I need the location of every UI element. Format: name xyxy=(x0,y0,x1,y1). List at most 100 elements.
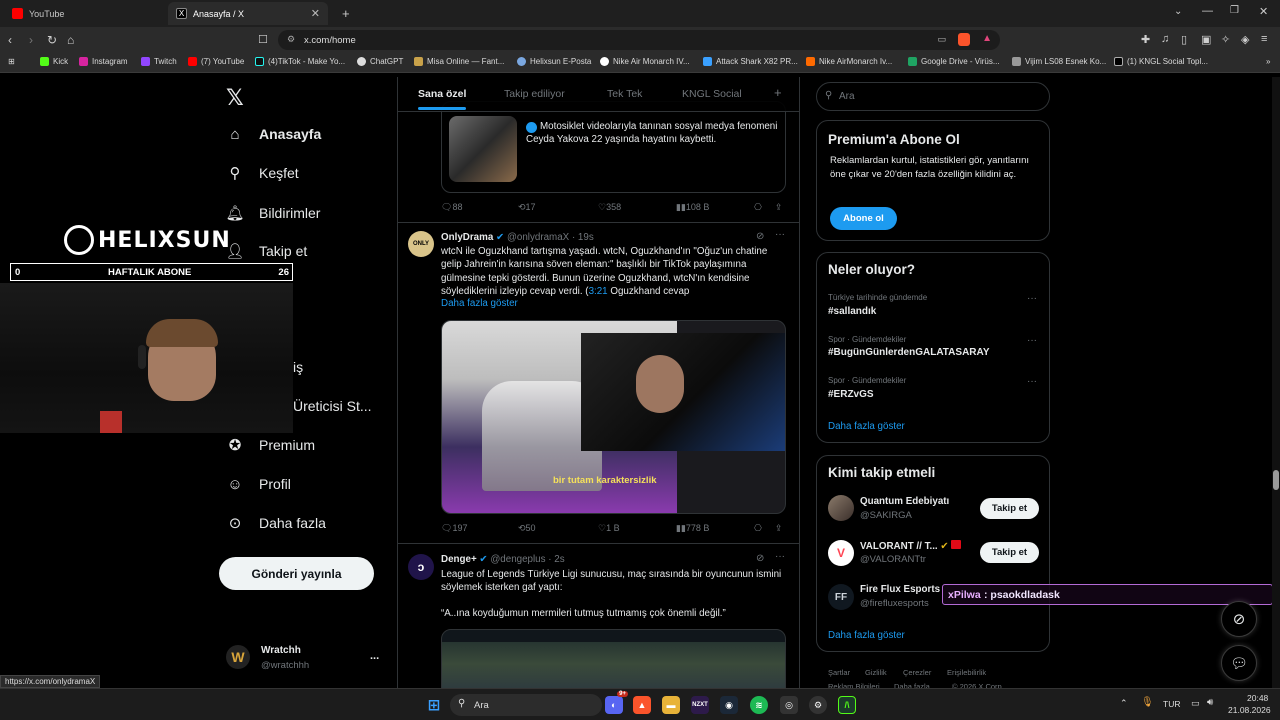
add-tab-icon[interactable]: + xyxy=(774,85,782,100)
obs-icon[interactable]: ◎ xyxy=(780,696,798,714)
reply-button[interactable]: 🗨︎ 88 xyxy=(441,202,462,213)
retweet-button[interactable]: ⟲ 17 xyxy=(518,202,536,213)
tray-chevron-icon[interactable]: ⌃ xyxy=(1120,698,1128,709)
network-icon[interactable]: ▭ xyxy=(1191,698,1200,709)
tweet-more-icon[interactable]: ··· xyxy=(775,229,785,240)
tweet-time[interactable]: · 2s xyxy=(548,554,564,565)
search-input[interactable]: ⚲ Ara xyxy=(816,82,1050,111)
author-name[interactable]: OnlyDrama xyxy=(441,232,493,243)
bookmark-chatgpt[interactable]: ChatGPT xyxy=(357,57,403,66)
clock-date[interactable]: 21.08.2026 xyxy=(1228,705,1271,715)
bookmark-nike-1[interactable]: Nike Air Monarch IV... xyxy=(600,57,690,66)
account-avatar[interactable]: W xyxy=(226,645,250,669)
leo-ai-icon[interactable]: ✧ xyxy=(1221,33,1230,46)
nav-notifications[interactable]: 🔔︎ Bildirimler xyxy=(225,204,320,222)
url-input[interactable]: ⚙ x.com/home ▭ ▲ xyxy=(278,30,1000,50)
app-icon[interactable]: ⚙ xyxy=(809,696,827,714)
bookmark-icon[interactable]: ⎔ xyxy=(754,523,762,534)
tweet-video[interactable] xyxy=(441,629,786,688)
follow-button[interactable]: Takip et xyxy=(980,542,1039,563)
taskbar-search[interactable]: ⚲ Ara xyxy=(450,694,602,716)
timestamp-link[interactable]: 3:21 xyxy=(589,286,608,297)
account-name[interactable]: VALORANT // T... xyxy=(860,541,938,552)
account-name[interactable]: Fire Flux Esports xyxy=(860,584,940,595)
nav-home[interactable]: ⌂ Anasayfa xyxy=(226,125,321,143)
nav-explore[interactable]: ⚲ Keşfet xyxy=(226,164,299,182)
sidebar-icon[interactable]: ▯ xyxy=(1181,33,1187,46)
trends-show-more[interactable]: Daha fazla göster xyxy=(828,421,905,432)
footer-link[interactable]: Çerezler xyxy=(903,666,931,680)
nav-follow[interactable]: 👤︎ Takip et xyxy=(225,242,307,260)
kick-app-icon[interactable]: /\ xyxy=(838,696,856,714)
avatar[interactable] xyxy=(828,495,854,521)
trend-more-icon[interactable]: ··· xyxy=(1027,376,1037,387)
window-close-icon[interactable]: ✕ xyxy=(1259,5,1268,18)
grok-float-button[interactable]: ⊘ xyxy=(1221,601,1257,637)
quoted-tweet-card[interactable]: Motosiklet videolarıyla tanınan sosyal m… xyxy=(441,101,786,193)
forward-icon[interactable]: › xyxy=(29,33,33,47)
wallet-icon[interactable]: ▣ xyxy=(1201,33,1211,46)
volume-icon[interactable]: 🔊︎ xyxy=(1207,697,1213,708)
reply-button[interactable]: 🗨︎ 197 xyxy=(441,523,467,534)
tab-following[interactable]: Takip ediliyor xyxy=(504,88,565,100)
author-handle[interactable]: @dengeplus xyxy=(490,554,545,565)
like-button[interactable]: ♡ 1 B xyxy=(598,523,620,534)
trend-item[interactable]: #sallandık xyxy=(828,306,876,317)
views-button[interactable]: ▮▮ 108 B xyxy=(676,202,709,213)
subscribe-button[interactable]: Abone ol xyxy=(830,207,897,230)
bookmark-kick[interactable]: Kick xyxy=(40,57,68,66)
nav-more[interactable]: ⊙ Daha fazla xyxy=(226,514,326,532)
reload-icon[interactable]: ↻ xyxy=(47,33,57,47)
trend-item[interactable]: #BugünGünlerdenGALATASARAY xyxy=(828,347,989,358)
trend-more-icon[interactable]: ··· xyxy=(1027,335,1037,346)
clock-time[interactable]: 20:48 xyxy=(1247,693,1268,703)
footer-link[interactable]: Şartlar xyxy=(828,666,850,680)
close-icon[interactable]: ✕ xyxy=(311,7,320,20)
windows-start-icon[interactable]: ⊞ xyxy=(425,696,443,714)
menu-icon[interactable]: ≡ xyxy=(1261,33,1267,45)
apps-grid-icon[interactable]: ⊞ xyxy=(8,57,15,66)
tab-for-you[interactable]: Sana özel xyxy=(418,88,467,110)
account-more-icon[interactable]: ... xyxy=(370,650,379,662)
site-info-icon[interactable]: ⚙ xyxy=(287,34,295,45)
scrollbar-thumb[interactable] xyxy=(1273,470,1279,490)
tweet-time[interactable]: · 19s xyxy=(572,232,594,243)
bookmark-attack-shark[interactable]: Attack Shark X82 PR... xyxy=(703,57,798,66)
bookmark-twitch[interactable]: Twitch xyxy=(141,57,177,66)
nzxt-icon[interactable]: NZXT xyxy=(691,696,709,714)
bookmark-icon[interactable]: ⎔ xyxy=(754,202,762,213)
tab-tek-tek[interactable]: Tek Tek xyxy=(607,88,642,100)
tweet-more-icon[interactable]: ··· xyxy=(775,551,785,562)
retweet-button[interactable]: ⟲ 50 xyxy=(518,523,536,534)
home-icon[interactable]: ⌂ xyxy=(67,33,74,47)
footer-link[interactable]: Gizlilik xyxy=(865,666,887,680)
bookmark-icon[interactable]: ☐ xyxy=(258,33,268,46)
new-tab-button[interactable]: + xyxy=(334,2,358,25)
steam-icon[interactable]: ◉ xyxy=(720,696,738,714)
account-name[interactable]: Quantum Edebiyatı xyxy=(860,496,949,507)
language-indicator[interactable]: TUR xyxy=(1163,699,1180,709)
footer-link[interactable]: Erişilebilirlik xyxy=(947,666,986,680)
bookmark-tiktok[interactable]: (4)TikTok - Make Yo... xyxy=(255,57,345,66)
bookmark-kngl[interactable]: (1) KNGL Social Topl... xyxy=(1114,57,1208,66)
grok-icon[interactable]: ⊘ xyxy=(756,553,764,564)
brave-rewards-icon[interactable]: ▲ xyxy=(982,33,992,44)
vpn-icon[interactable]: ◈ xyxy=(1241,33,1249,46)
maximize-icon[interactable]: ❐ xyxy=(1230,5,1239,16)
bookmark-vijim[interactable]: Vijim LS08 Esnek Ko... xyxy=(1012,57,1106,66)
avatar[interactable]: FF xyxy=(828,584,854,610)
minimize-icon[interactable]: — xyxy=(1202,5,1213,17)
trend-item[interactable]: #ERZvGS xyxy=(828,389,874,400)
bookmark-misa[interactable]: Misa Online — Fant... xyxy=(414,57,504,66)
microphone-icon[interactable]: 🎙︎ xyxy=(1141,697,1154,708)
extensions-icon[interactable]: ✚ xyxy=(1141,33,1150,46)
share-icon[interactable]: ⇪ xyxy=(775,523,783,534)
back-icon[interactable]: ‹ xyxy=(8,33,12,47)
tab-kngl-social[interactable]: KNGL Social xyxy=(682,88,742,100)
scrollbar[interactable] xyxy=(1272,77,1280,688)
brave-icon[interactable]: ▲ xyxy=(633,696,651,714)
avatar[interactable]: ONLY xyxy=(408,231,434,257)
bookmark-google-drive[interactable]: Google Drive - Virüs... xyxy=(908,57,1000,66)
nav-profile[interactable]: ☺ Profil xyxy=(226,475,291,493)
media-icon[interactable]: ♫ xyxy=(1161,33,1169,45)
